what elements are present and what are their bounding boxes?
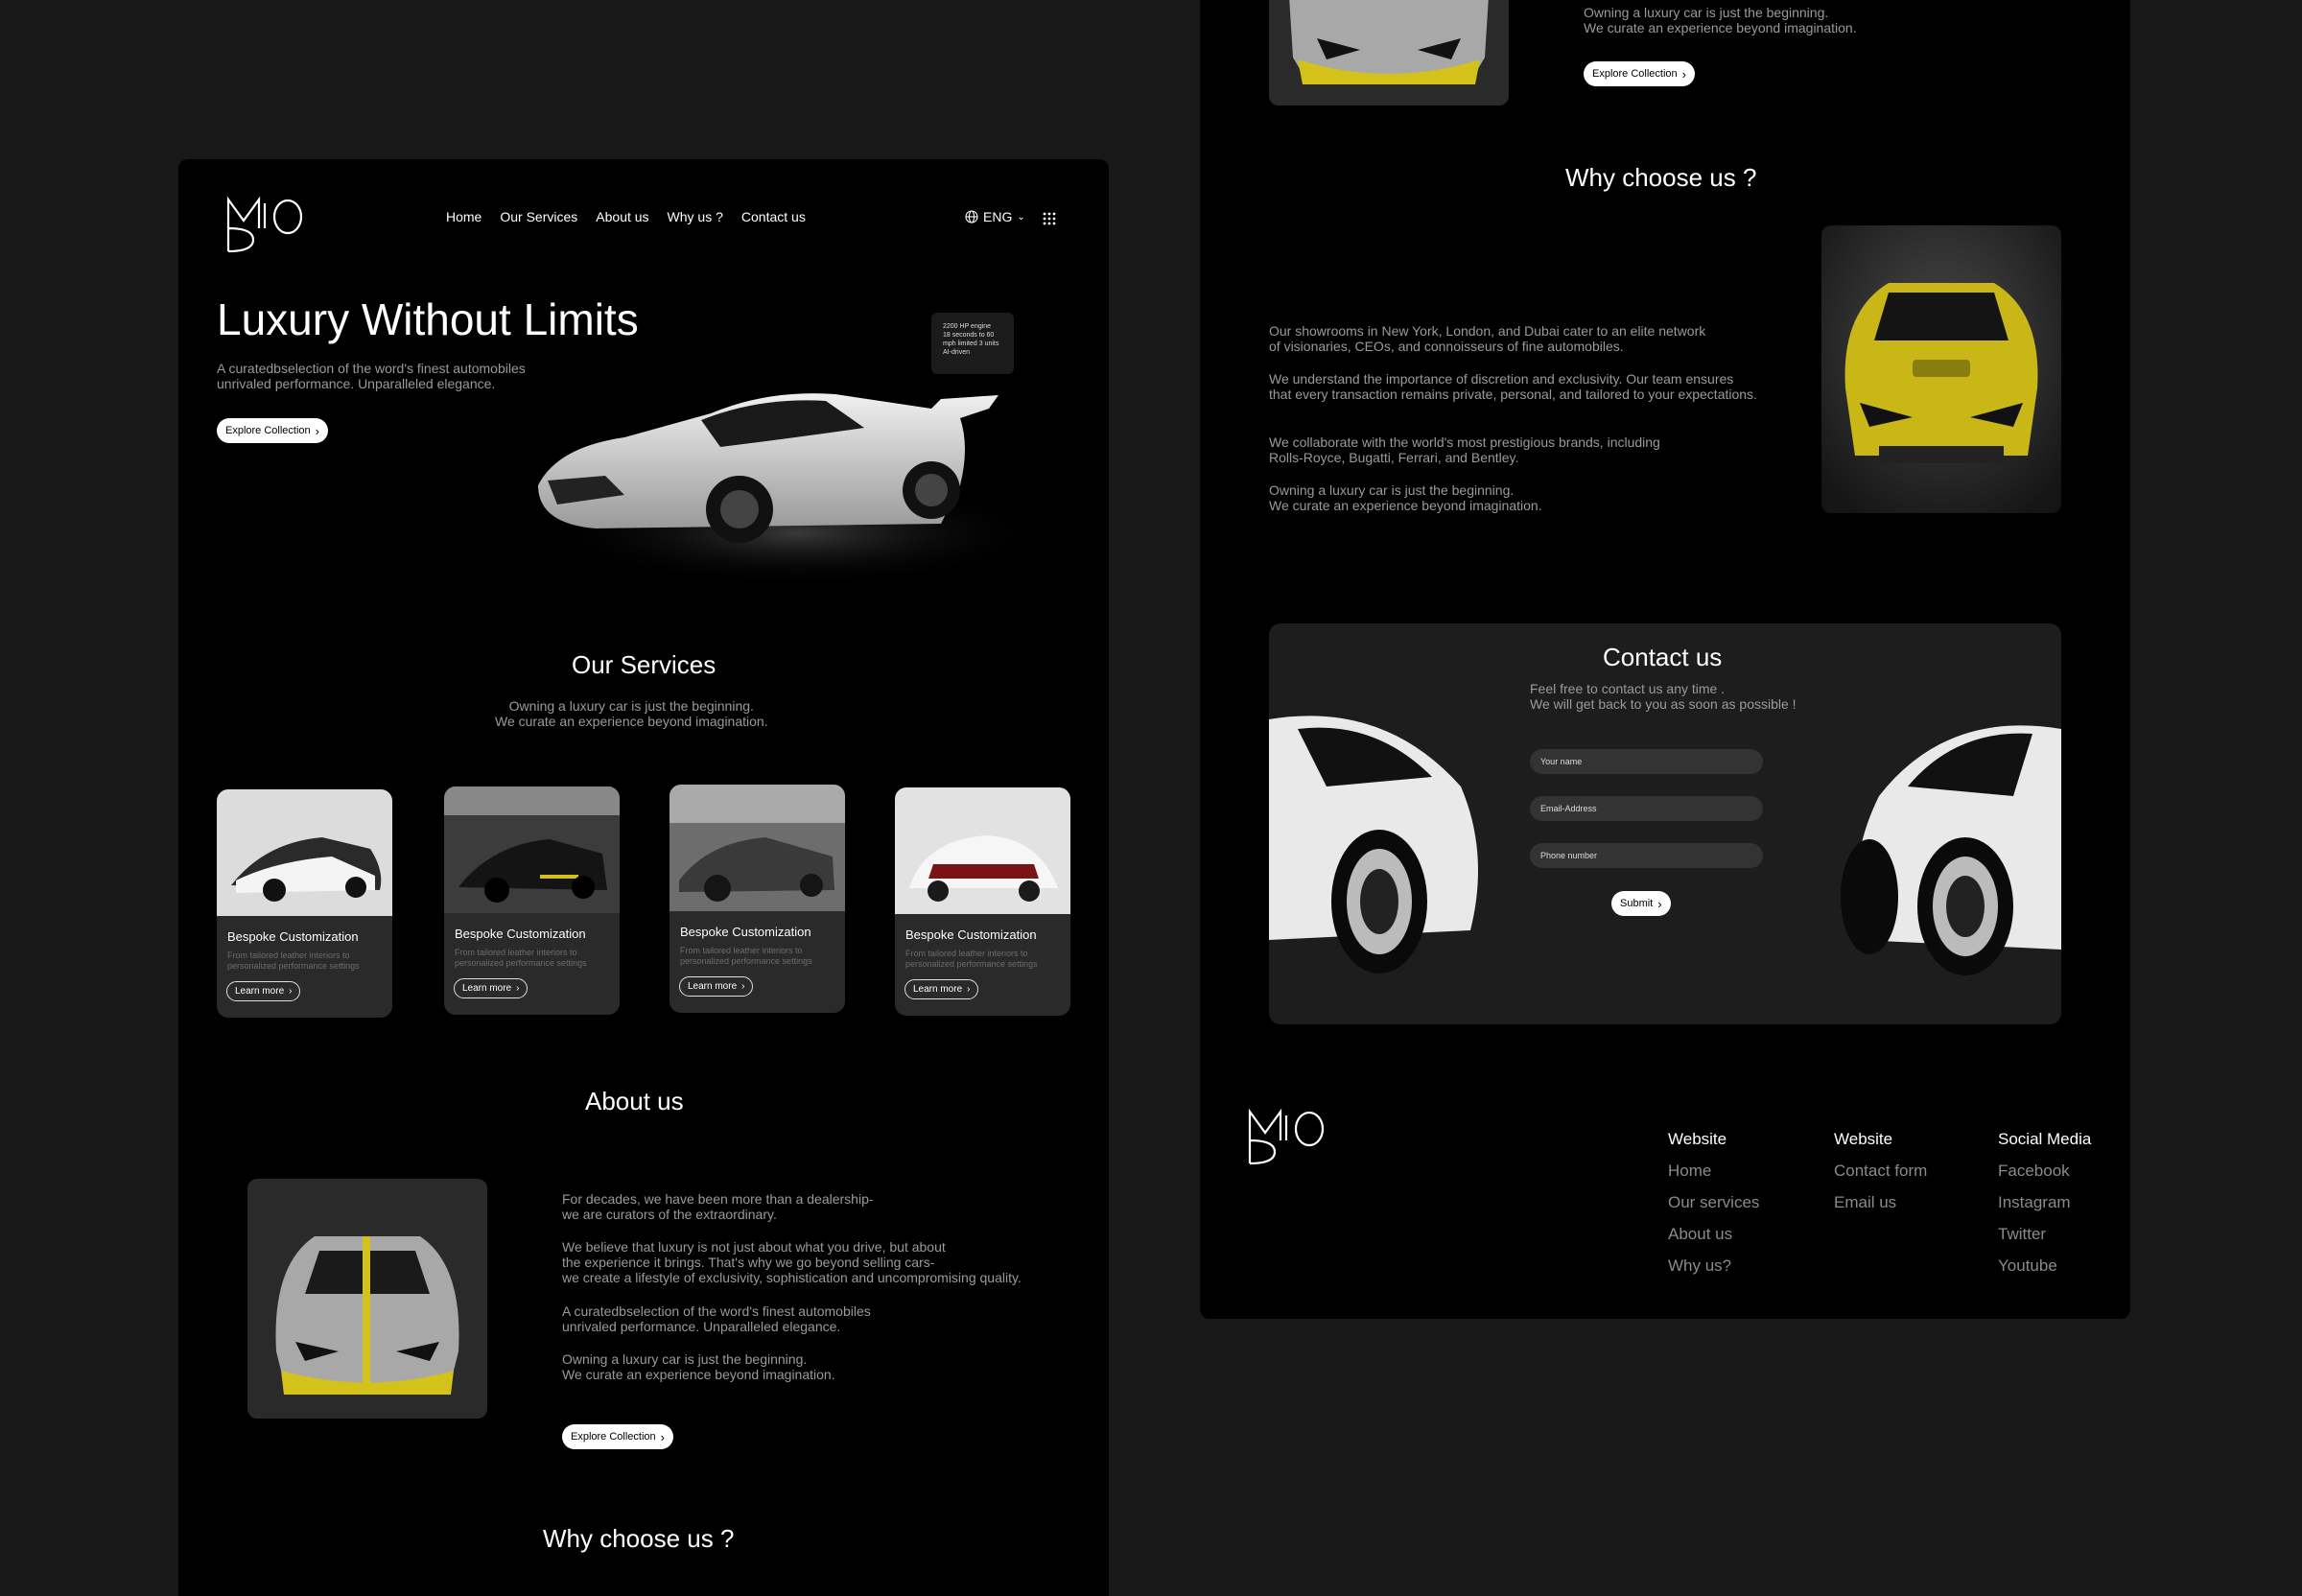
about-car-image-cropped (1269, 0, 1509, 106)
footer-link-our-services[interactable]: Our services (1668, 1193, 1759, 1212)
footer-link-why-us[interactable]: Why us? (1668, 1256, 1759, 1276)
why-paragraph-3: We collaborate with the world's most pre… (1269, 434, 1660, 465)
footer-column-social: Social Media Facebook Instagram Twitter … (1998, 1130, 2091, 1288)
footer-link-instagram[interactable]: Instagram (1998, 1193, 2091, 1212)
brand-logo[interactable] (224, 196, 305, 255)
spec-card: 2200 HP engine 18 seconds to 60 mph limi… (931, 313, 1014, 374)
nav-about-us[interactable]: About us (596, 209, 648, 224)
service-card-title: Bespoke Customization (680, 925, 811, 939)
right-explore-button[interactable]: Explore Collection › (1584, 61, 1695, 86)
hero-explore-label: Explore Collection (225, 425, 311, 436)
service-card-title: Bespoke Customization (455, 927, 586, 941)
why-paragraph-1: Our showrooms in New York, London, and D… (1269, 323, 1706, 354)
contact-title: Contact us (1603, 643, 1723, 671)
service-card-title: Bespoke Customization (905, 927, 1037, 942)
footer-link-contact-form[interactable]: Contact form (1834, 1162, 1927, 1181)
right-explore-label: Explore Collection (1592, 68, 1678, 80)
footer-link-home[interactable]: Home (1668, 1162, 1759, 1181)
footer-link-email-us[interactable]: Email us (1834, 1193, 1927, 1212)
service-card[interactable]: Bespoke Customization From tailored leat… (217, 789, 392, 1018)
learn-more-label: Learn more (235, 986, 285, 997)
about-paragraph-4: Owning a luxury car is just the beginnin… (562, 1351, 835, 1382)
footer-column-website: Website Home Our services About us Why u… (1668, 1130, 1759, 1288)
phone-field[interactable]: Phone number (1530, 843, 1763, 868)
services-title: Our Services (572, 650, 716, 679)
main-nav: Home Our Services About us Why us ? Cont… (446, 209, 806, 224)
why-title-left: Why choose us ? (543, 1524, 735, 1553)
about-explore-button[interactable]: Explore Collection › (562, 1424, 673, 1449)
landing-page-bottom: Owning a luxury car is just the beginnin… (1200, 0, 2130, 1319)
learn-more-label: Learn more (462, 983, 512, 994)
chevron-right-icon: › (741, 981, 745, 992)
contact-car-right-image (1841, 725, 2061, 975)
nav-our-services[interactable]: Our Services (500, 209, 577, 224)
footer-link-about-us[interactable]: About us (1668, 1225, 1759, 1244)
contact-subtitle: Feel free to contact us any time . We wi… (1530, 681, 1797, 712)
learn-more-button[interactable]: Learn more › (904, 979, 979, 999)
service-card-desc: From tailored leather interiors to perso… (680, 946, 812, 966)
service-car-image (895, 787, 1070, 914)
about-paragraph-1: For decades, we have been more than a de… (562, 1191, 874, 1222)
email-field[interactable]: Email-Address (1530, 796, 1763, 821)
chevron-right-icon: › (967, 984, 971, 995)
about-explore-label: Explore Collection (571, 1431, 656, 1443)
globe-icon (965, 210, 978, 223)
service-card[interactable]: Bespoke Customization From tailored leat… (895, 787, 1070, 1016)
hero-car-image (538, 393, 1046, 586)
nav-home[interactable]: Home (446, 209, 482, 224)
contact-section: Contact us Feel free to contact us any t… (1269, 623, 2061, 1024)
service-card[interactable]: Bespoke Customization From tailored leat… (669, 785, 845, 1013)
footer-heading: Website (1668, 1130, 1727, 1148)
chevron-right-icon: › (289, 986, 293, 997)
footer-link-youtube[interactable]: Youtube (1998, 1256, 2091, 1276)
chevron-right-icon: › (1681, 66, 1686, 82)
hero-title: Luxury Without Limits (217, 294, 639, 344)
learn-more-button[interactable]: Learn more › (454, 978, 529, 998)
nav-contact-us[interactable]: Contact us (741, 209, 806, 224)
landing-page-top: Home Our Services About us Why us ? Cont… (178, 159, 1109, 1596)
learn-more-label: Learn more (688, 981, 738, 992)
service-car-image (669, 785, 845, 911)
service-card[interactable]: Bespoke Customization From tailored leat… (444, 786, 620, 1015)
about-paragraph-2: We believe that luxury is not just about… (562, 1239, 1022, 1285)
footer-column-website-2: Website Contact form Email us (1834, 1130, 1927, 1225)
language-selector[interactable]: ENG ⌄ (965, 209, 1025, 224)
service-car-image (217, 789, 392, 916)
chevron-right-icon: › (660, 1429, 665, 1444)
right-top-text: Owning a luxury car is just the beginnin… (1584, 5, 1857, 35)
services-subtitle: Owning a luxury car is just the beginnin… (495, 698, 768, 729)
service-car-image (444, 786, 620, 913)
service-card-title: Bespoke Customization (227, 929, 359, 944)
learn-more-button[interactable]: Learn more › (226, 981, 301, 1001)
name-field[interactable]: Your name (1530, 749, 1763, 774)
service-card-desc: From tailored leather interiors to perso… (227, 951, 360, 971)
learn-more-label: Learn more (913, 984, 963, 995)
chevron-down-icon: ⌄ (1017, 211, 1025, 223)
footer-logo[interactable] (1246, 1108, 1327, 1167)
service-card-desc: From tailored leather interiors to perso… (455, 948, 587, 968)
chevron-right-icon: › (315, 423, 319, 438)
why-paragraph-2: We understand the importance of discreti… (1269, 371, 1757, 402)
submit-label: Submit (1620, 898, 1654, 909)
learn-more-button[interactable]: Learn more › (679, 976, 754, 997)
why-yellow-car-image (1821, 225, 2061, 513)
grid-menu-icon[interactable] (1043, 212, 1056, 225)
contact-car-left-image (1269, 716, 1478, 974)
chevron-right-icon: › (1657, 896, 1662, 911)
footer-link-twitter[interactable]: Twitter (1998, 1225, 2091, 1244)
footer-link-facebook[interactable]: Facebook (1998, 1162, 2091, 1181)
chevron-right-icon: › (516, 983, 520, 994)
why-paragraph-4: Owning a luxury car is just the beginnin… (1269, 482, 1542, 513)
footer-heading: Website (1834, 1130, 1893, 1148)
about-title: About us (585, 1087, 684, 1115)
footer-heading: Social Media (1998, 1130, 2092, 1148)
language-label: ENG (983, 209, 1013, 224)
nav-why-us[interactable]: Why us ? (668, 209, 723, 224)
submit-button[interactable]: Submit › (1611, 891, 1671, 916)
service-card-desc: From tailored leather interiors to perso… (905, 949, 1038, 969)
about-paragraph-3: A curatedbselection of the word's finest… (562, 1303, 871, 1334)
about-car-image (247, 1179, 487, 1419)
hero-explore-button[interactable]: Explore Collection › (217, 418, 328, 443)
why-title: Why choose us ? (1565, 163, 1757, 192)
